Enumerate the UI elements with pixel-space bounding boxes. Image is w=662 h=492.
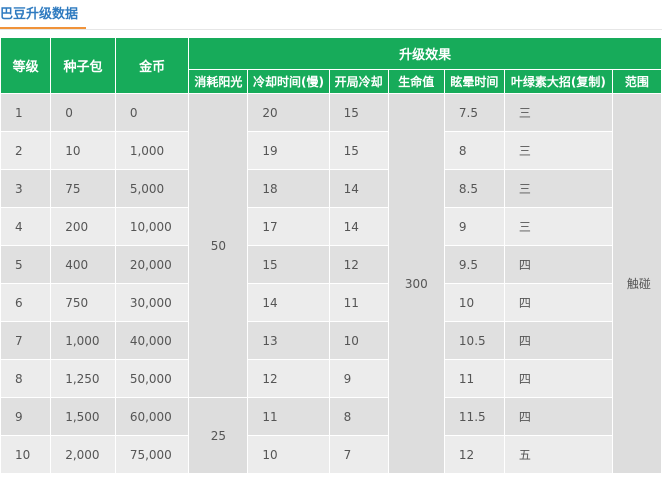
cell-start-cooldown: 11	[328, 283, 389, 322]
cell-level: 2	[0, 131, 52, 170]
cell-start-cooldown: 15	[328, 93, 389, 132]
cell-start-cooldown: 15	[328, 131, 389, 170]
cell-stun: 9.5	[443, 245, 505, 284]
cell-seed: 1,250	[50, 359, 116, 398]
cell-chlorophyll: 四	[503, 397, 613, 436]
header-start-cooldown: 开局冷却	[328, 69, 389, 94]
cell-cooldown: 20	[247, 93, 330, 132]
cell-start-cooldown: 9	[328, 359, 389, 398]
cell-stun: 9	[443, 207, 505, 246]
cell-chlorophyll: 四	[503, 321, 613, 360]
cell-seed: 75	[50, 169, 116, 208]
cell-coins: 75,000	[114, 435, 190, 474]
cell-level: 7	[0, 321, 52, 360]
title-divider	[0, 29, 662, 30]
header-stun-time: 眩晕时间	[443, 69, 505, 94]
cell-cooldown: 11	[247, 397, 330, 436]
cell-level: 1	[0, 93, 52, 132]
cell-sun-cost: 25	[188, 397, 249, 474]
cell-coins: 40,000	[114, 321, 190, 360]
table-row: 2 10 1,000 19 15 8 三	[0, 131, 662, 170]
cell-coins: 30,000	[114, 283, 190, 322]
cell-seed: 400	[50, 245, 116, 284]
cell-sun-cost: 50	[188, 93, 249, 398]
cell-stun: 10.5	[443, 321, 505, 360]
cell-level: 6	[0, 283, 52, 322]
cell-seed: 1,500	[50, 397, 116, 436]
table-row: 8 1,250 50,000 12 9 11 四	[0, 359, 662, 398]
page-title: 巴豆升级数据	[0, 7, 79, 22]
table-row: 6 750 30,000 14 11 10 四	[0, 283, 662, 322]
cell-start-cooldown: 14	[328, 169, 389, 208]
header-health: 生命值	[387, 69, 445, 94]
header-range: 范围	[611, 69, 662, 94]
cell-chlorophyll: 三	[503, 93, 613, 132]
cell-stun: 11.5	[443, 397, 505, 436]
cell-stun: 7.5	[443, 93, 505, 132]
cell-seed: 200	[50, 207, 116, 246]
table-row: 7 1,000 40,000 13 10 10.5 四	[0, 321, 662, 360]
cell-cooldown: 18	[247, 169, 330, 208]
cell-start-cooldown: 14	[328, 207, 389, 246]
cell-cooldown: 19	[247, 131, 330, 170]
cell-seed: 750	[50, 283, 116, 322]
cell-health: 300	[387, 93, 445, 474]
cell-coins: 5,000	[114, 169, 190, 208]
upgrade-data-table: 等级 种子包 金币 升级效果 消耗阳光 冷却时间(慢) 开局冷却 生命值 眩晕时…	[0, 37, 662, 474]
cell-cooldown: 13	[247, 321, 330, 360]
table-row: 10 2,000 75,000 10 7 12 五	[0, 435, 662, 474]
cell-seed: 1,000	[50, 321, 116, 360]
cell-chlorophyll: 五	[503, 435, 613, 474]
cell-stun: 8	[443, 131, 505, 170]
cell-seed: 2,000	[50, 435, 116, 474]
cell-start-cooldown: 8	[328, 397, 389, 436]
table-row: 1 0 0 50 20 15 300 7.5 三 触碰	[0, 93, 662, 474]
header-level: 等级	[0, 37, 52, 94]
cell-coins: 50,000	[114, 359, 190, 398]
cell-chlorophyll: 三	[503, 131, 613, 170]
cell-chlorophyll: 四	[503, 283, 613, 322]
header-sun-cost: 消耗阳光	[188, 69, 249, 94]
table-row: 4 200 10,000 17 14 9 三	[0, 207, 662, 246]
cell-cooldown: 12	[247, 359, 330, 398]
cell-start-cooldown: 10	[328, 321, 389, 360]
cell-coins: 60,000	[114, 397, 190, 436]
header-coins: 金币	[114, 37, 190, 94]
cell-cooldown: 17	[247, 207, 330, 246]
cell-range: 触碰	[611, 93, 662, 474]
title-bar: 巴豆升级数据	[0, 0, 662, 30]
header-cooldown: 冷却时间(慢)	[247, 69, 330, 94]
cell-level: 4	[0, 207, 52, 246]
cell-chlorophyll: 四	[503, 359, 613, 398]
cell-level: 10	[0, 435, 52, 474]
cell-cooldown: 14	[247, 283, 330, 322]
cell-stun: 12	[443, 435, 505, 474]
header-seed-packs: 种子包	[50, 37, 116, 94]
cell-level: 3	[0, 169, 52, 208]
cell-chlorophyll: 三	[503, 207, 613, 246]
header-chlorophyll: 叶绿素大招(复制)	[503, 69, 613, 94]
cell-coins: 20,000	[114, 245, 190, 284]
cell-level: 8	[0, 359, 52, 398]
cell-seed: 10	[50, 131, 116, 170]
cell-coins: 10,000	[114, 207, 190, 246]
cell-cooldown: 15	[247, 245, 330, 284]
cell-stun: 11	[443, 359, 505, 398]
cell-cooldown: 10	[247, 435, 330, 474]
cell-level: 9	[0, 397, 52, 436]
cell-start-cooldown: 12	[328, 245, 389, 284]
cell-seed: 0	[50, 93, 116, 132]
cell-stun: 10	[443, 283, 505, 322]
cell-start-cooldown: 7	[328, 435, 389, 474]
cell-stun: 8.5	[443, 169, 505, 208]
cell-chlorophyll: 四	[503, 245, 613, 284]
header-upgrade-effect: 升级效果	[188, 37, 662, 70]
cell-coins: 1,000	[114, 131, 190, 170]
table-row: 3 75 5,000 18 14 8.5 三	[0, 169, 662, 208]
cell-coins: 0	[114, 93, 190, 132]
table-row: 5 400 20,000 15 12 9.5 四	[0, 245, 662, 284]
cell-chlorophyll: 三	[503, 169, 613, 208]
cell-level: 5	[0, 245, 52, 284]
table-row: 9 1,500 60,000 25 11 8 11.5 四	[0, 397, 662, 474]
